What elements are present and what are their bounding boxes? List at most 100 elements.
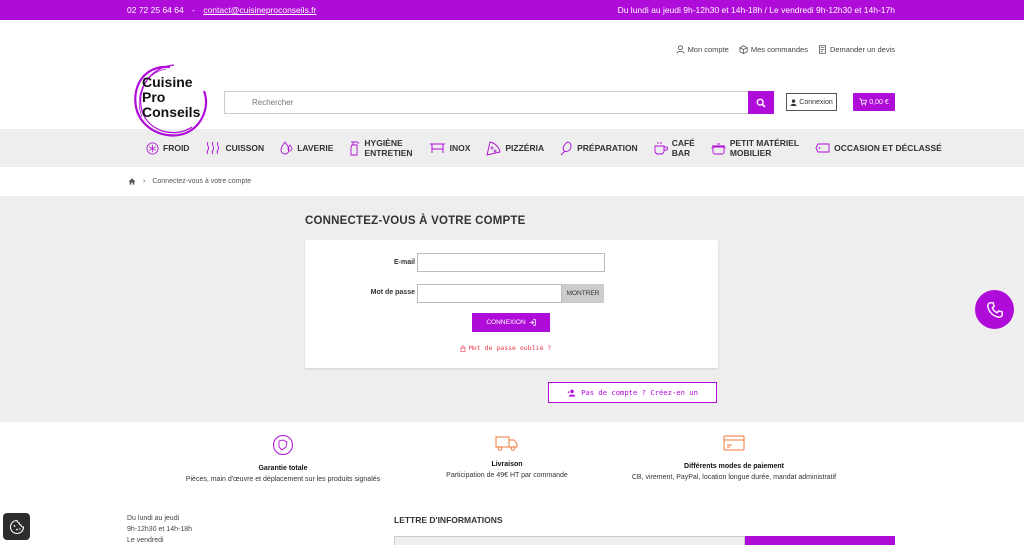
pizza-icon	[486, 140, 501, 156]
email-link[interactable]: contact@cuisineproconseils.fr	[203, 5, 316, 15]
nav-label-line1: CAFÉ	[671, 138, 695, 148]
my-account-link[interactable]: Mon compte	[676, 45, 729, 54]
nav-item-hygiene-entretien[interactable]: HYGIÈNE ENTRETIEN	[349, 138, 413, 158]
whisk-icon	[560, 141, 572, 155]
nav-label: FROID	[163, 143, 190, 153]
footer-hours: Du lundi au jeudi 9h-12h30 et 14h-18h Le…	[127, 513, 192, 545]
nav-item-occasion[interactable]: OCCASION ET DÉCLASSÉ	[815, 142, 942, 154]
site-header: Mon compte Mes commandes Demander un dev…	[0, 20, 1024, 137]
nav-item-pizzeria[interactable]: PIZZÉRIA	[486, 140, 545, 156]
nav-item-laverie[interactable]: LAVERIE	[280, 141, 333, 155]
request-quote-label: Demander un devis	[829, 45, 895, 54]
cart-button[interactable]: 0,00 €	[853, 93, 895, 111]
nav-item-cuisson[interactable]: CUISSON	[205, 141, 264, 155]
shield-icon	[273, 435, 293, 455]
breadcrumb: › Connectez-vous à votre compte	[0, 167, 1024, 195]
login-submit-label: CONNEXION	[486, 319, 526, 326]
nav-label-line1: PETIT MATÉRIEL	[729, 138, 800, 148]
nav-label: PIZZÉRIA	[505, 143, 545, 153]
nav-label-line1: HYGIÈNE	[364, 138, 403, 148]
my-account-label: Mon compte	[687, 45, 729, 54]
separator: -	[192, 5, 195, 15]
reassurance-band: Garantie totale Pièces, main d'œuvre et …	[0, 422, 1024, 502]
user-icon	[676, 45, 685, 54]
box-icon	[739, 45, 748, 54]
cart-icon	[859, 98, 868, 106]
reassurance-item: Différents modes de paiement CB, viremen…	[584, 434, 884, 481]
nav-item-cafe-bar[interactable]: CAFÉ BAR	[654, 138, 695, 158]
newsletter-email-input[interactable]	[394, 536, 745, 545]
cart-total: 0,00 €	[869, 98, 889, 106]
call-button[interactable]	[975, 290, 1014, 329]
reassurance-title: Différents modes de paiement	[684, 463, 784, 470]
nav-label-line2: BAR	[671, 148, 691, 158]
logo-line3: Conseils	[142, 104, 201, 120]
steel-table-icon	[429, 143, 445, 153]
nav-label-stack: PETIT MATÉRIEL MOBILIER	[730, 138, 799, 158]
home-icon[interactable]	[128, 177, 136, 185]
search-input[interactable]	[225, 92, 748, 113]
chevron-right-icon: ›	[143, 177, 146, 185]
header-login-button[interactable]: Connexion	[786, 93, 837, 111]
quote-document-icon	[818, 45, 826, 54]
show-password-button[interactable]: MONTRER	[562, 284, 604, 303]
payment-card-icon	[723, 435, 745, 451]
search-bar	[224, 91, 774, 114]
opening-hours: Du lundi au jeudi 9h-12h30 et 14h-18h / …	[617, 5, 895, 15]
create-account-button[interactable]: Pas de compte ? Créez-en un	[548, 382, 717, 403]
lock-icon	[460, 345, 466, 352]
request-quote-link[interactable]: Demander un devis	[818, 45, 895, 54]
logo-line1: Cuisine	[142, 74, 193, 90]
email-label: E-mail	[393, 259, 415, 266]
nav-label: INOX	[449, 143, 471, 153]
newsletter-subscribe-button[interactable]	[745, 536, 895, 545]
search-icon	[756, 98, 766, 108]
user-icon	[790, 98, 797, 106]
nav-label: PRÉPARATION	[577, 143, 638, 153]
nav-label-line2: MOBILIER	[729, 148, 772, 158]
nav-label-stack: HYGIÈNE ENTRETIEN	[364, 138, 412, 158]
footer-hours-line: Le vendredi	[127, 537, 164, 544]
search-button[interactable]	[748, 91, 774, 114]
logo-text: Cuisine Pro Conseils	[142, 75, 200, 120]
password-field[interactable]	[417, 284, 562, 303]
add-user-icon	[567, 389, 576, 397]
spray-bottle-icon	[350, 141, 360, 156]
contact-info: 02 72 25 64 64 - contact@cuisineproconse…	[127, 5, 316, 15]
nav-item-preparation[interactable]: PRÉPARATION	[560, 141, 638, 156]
footer-hours-line: 9h-12h30 et 14h-18h	[127, 526, 192, 533]
coffee-cup-icon	[654, 142, 668, 155]
nav-item-froid[interactable]: FROID	[146, 142, 189, 155]
logo-line2: Pro	[142, 89, 166, 105]
nav-label: CUISSON	[225, 143, 265, 153]
sign-in-icon	[529, 319, 536, 326]
tag-icon	[815, 143, 830, 153]
phone-link[interactable]: 02 72 25 64 64	[127, 5, 184, 15]
forgot-password-link[interactable]: Mot de passe oublié ?	[460, 344, 551, 352]
nav-item-inox[interactable]: INOX	[429, 142, 471, 154]
reassurance-desc: CB, virement, PayPal, location longue du…	[631, 474, 837, 481]
water-drops-icon	[280, 141, 293, 155]
nav-item-petit-materiel[interactable]: PETIT MATÉRIEL MOBILIER	[711, 138, 799, 158]
my-orders-link[interactable]: Mes commandes	[739, 45, 808, 54]
nav-label: OCCASION ET DÉCLASSÉ	[834, 143, 942, 153]
user-links: Mon compte Mes commandes Demander un dev…	[676, 45, 895, 54]
email-field[interactable]	[417, 253, 605, 272]
top-contact-bar: 02 72 25 64 64 - contact@cuisineproconse…	[0, 0, 1024, 20]
heat-waves-icon	[207, 141, 220, 155]
password-label: Mot de passe	[370, 289, 415, 296]
pot-icon	[711, 143, 726, 154]
login-submit-button[interactable]: CONNEXION	[472, 313, 550, 332]
footer-hours-line: Du lundi au jeudi	[127, 515, 180, 522]
cookie-icon	[9, 519, 24, 534]
breadcrumb-current: Connectez-vous à votre compte	[152, 177, 252, 185]
cookie-settings-button[interactable]	[3, 513, 30, 540]
my-orders-label: Mes commandes	[750, 45, 808, 54]
site-logo[interactable]: Cuisine Pro Conseils	[130, 63, 210, 141]
nav-label: LAVERIE	[297, 143, 334, 153]
page-title: CONNECTEZ-VOUS À VOTRE COMPTE	[305, 215, 526, 227]
delivery-truck-icon	[495, 436, 518, 451]
snowflake-icon	[146, 142, 159, 154]
login-section: CONNECTEZ-VOUS À VOTRE COMPTE E-mail Mot…	[0, 196, 1024, 422]
forgot-password-label: Mot de passe oublié ?	[469, 344, 552, 352]
